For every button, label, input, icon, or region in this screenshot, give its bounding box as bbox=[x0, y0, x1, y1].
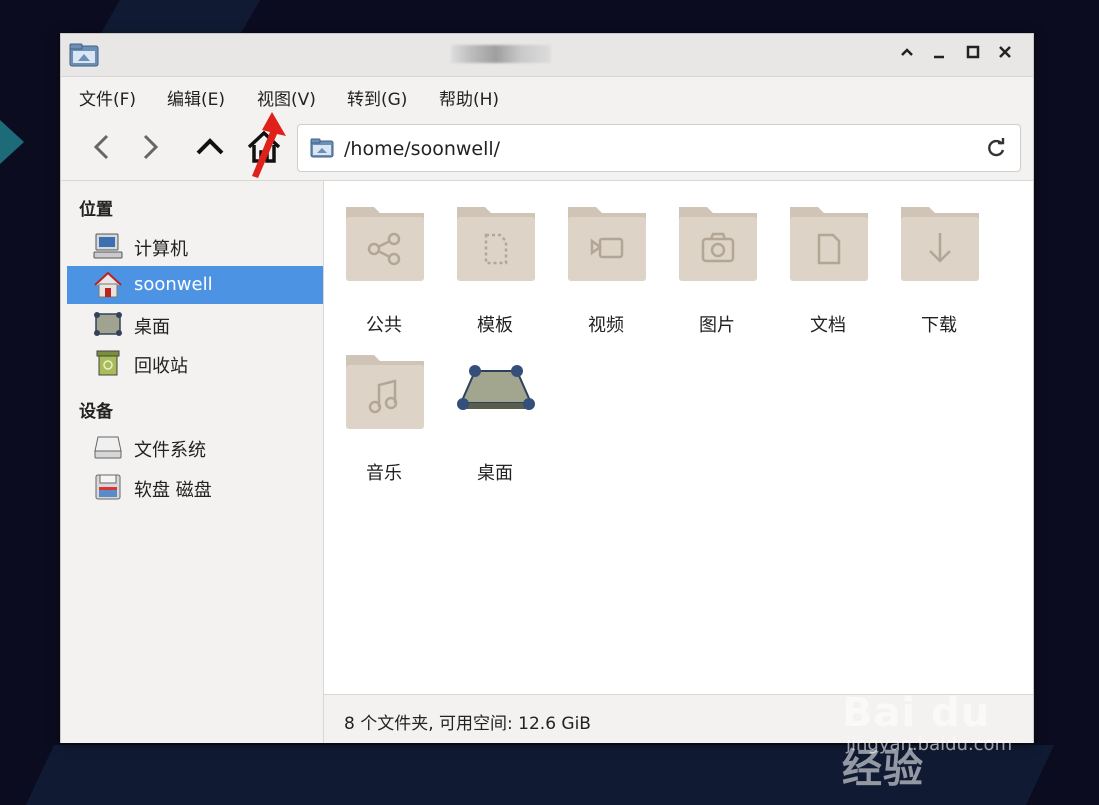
folder-item-pictures[interactable]: 图片 bbox=[667, 193, 767, 336]
minimize-icon bbox=[934, 55, 944, 59]
folder-music-icon bbox=[346, 355, 424, 429]
annotation-arrow-icon bbox=[252, 112, 286, 178]
file-manager-window: 文件(F) 编辑(E) 视图(V) 转到(G) 帮助(H) /home/soon… bbox=[60, 33, 1034, 743]
close-button[interactable] bbox=[993, 44, 1017, 66]
parent-folder-button[interactable] bbox=[191, 128, 229, 166]
status-text: 8 个文件夹, 可用空间: 12.6 GiB bbox=[344, 714, 591, 734]
sidebar-item-floppy[interactable]: 软盘 磁盘 bbox=[67, 468, 323, 506]
sidebar-item-desktop[interactable]: 桌面 bbox=[67, 305, 323, 343]
titlebar bbox=[61, 34, 1033, 77]
menu-go[interactable]: 转到(G) bbox=[347, 85, 407, 110]
chevron-up-icon bbox=[196, 138, 224, 155]
folder-item-desktop[interactable]: 桌面 bbox=[445, 341, 545, 484]
toolbar bbox=[61, 114, 1033, 181]
minimize-button[interactable] bbox=[927, 44, 951, 66]
back-button[interactable] bbox=[83, 128, 121, 166]
maximize-button[interactable] bbox=[895, 44, 919, 66]
file-label: 模板 bbox=[477, 315, 513, 336]
drive-icon bbox=[94, 436, 122, 459]
folder-videos-icon bbox=[568, 207, 646, 281]
folder-documents-icon bbox=[790, 207, 868, 281]
file-label: 下载 bbox=[921, 315, 957, 336]
sidebar-item-label: soonwell bbox=[134, 274, 213, 295]
folder-download-icon bbox=[901, 207, 979, 281]
sidebar-item-label: 计算机 bbox=[134, 239, 188, 260]
file-manager-app-icon bbox=[69, 43, 99, 67]
folder-item-public[interactable]: 公共 bbox=[334, 193, 434, 336]
close-icon bbox=[999, 46, 1011, 58]
desktop-icon bbox=[94, 312, 122, 336]
watermark-url: jingyan.baidu.com bbox=[846, 734, 1013, 755]
window-restore-icon bbox=[966, 45, 980, 59]
home-folder-icon bbox=[310, 138, 334, 158]
sidebar: 位置 计算机 soonwell 桌面 回收站 设备 文件系统 软盘 磁盘 bbox=[61, 181, 324, 743]
sidebar-item-label: 软盘 磁盘 bbox=[134, 480, 212, 501]
file-label: 视频 bbox=[588, 315, 624, 336]
menu-view[interactable]: 视图(V) bbox=[257, 85, 316, 110]
restore-button[interactable] bbox=[961, 44, 985, 66]
sidebar-item-computer[interactable]: 计算机 bbox=[67, 227, 323, 265]
forward-button[interactable] bbox=[131, 128, 169, 166]
window-title bbox=[441, 46, 641, 64]
chevron-left-icon bbox=[93, 134, 109, 160]
desktop-icon bbox=[457, 365, 535, 410]
folder-templates-icon bbox=[457, 207, 535, 281]
refresh-icon bbox=[988, 138, 1005, 157]
home-folder-icon bbox=[94, 271, 122, 298]
floppy-icon bbox=[95, 474, 121, 500]
folder-item-videos[interactable]: 视频 bbox=[556, 193, 656, 336]
folder-pictures-icon bbox=[679, 207, 757, 281]
folder-public-icon bbox=[346, 207, 424, 281]
file-label: 音乐 bbox=[366, 463, 402, 484]
chevron-right-icon bbox=[143, 134, 159, 160]
folder-item-documents[interactable]: 文档 bbox=[778, 193, 878, 336]
folder-item-templates[interactable]: 模板 bbox=[445, 193, 545, 336]
file-label: 文档 bbox=[810, 315, 846, 336]
sidebar-item-label: 文件系统 bbox=[134, 440, 206, 461]
sidebar-item-trash[interactable]: 回收站 bbox=[67, 344, 323, 382]
file-label: 图片 bbox=[699, 315, 735, 336]
folder-item-music[interactable]: 音乐 bbox=[334, 341, 434, 484]
menu-help[interactable]: 帮助(H) bbox=[439, 85, 499, 110]
file-label: 公共 bbox=[366, 315, 402, 336]
computer-icon bbox=[93, 233, 123, 259]
location-bar[interactable] bbox=[297, 124, 1021, 172]
sidebar-item-label: 回收站 bbox=[134, 356, 188, 377]
trash-icon bbox=[96, 350, 120, 376]
sidebar-heading-devices: 设备 bbox=[79, 402, 113, 422]
chevron-up-icon bbox=[901, 48, 913, 56]
sidebar-item-home[interactable]: soonwell bbox=[67, 266, 323, 304]
reload-button[interactable] bbox=[984, 136, 1008, 160]
menu-file[interactable]: 文件(F) bbox=[79, 85, 136, 110]
menu-edit[interactable]: 编辑(E) bbox=[167, 85, 225, 110]
folder-item-download[interactable]: 下载 bbox=[889, 193, 989, 336]
file-label: 桌面 bbox=[477, 463, 513, 484]
menu-bar: 文件(F) 编辑(E) 视图(V) 转到(G) 帮助(H) bbox=[61, 77, 1033, 113]
background-triangle bbox=[0, 120, 24, 164]
location-input[interactable] bbox=[342, 134, 946, 164]
sidebar-item-label: 桌面 bbox=[134, 317, 170, 338]
sidebar-item-filesystem[interactable]: 文件系统 bbox=[67, 428, 323, 466]
sidebar-heading-places: 位置 bbox=[79, 200, 113, 220]
file-view: 公共 模板 视频 图片 文档 下载 音乐 桌面 bbox=[324, 181, 1033, 694]
baidu-watermark: Bai du 经验 jingyan.baidu.com bbox=[842, 660, 1042, 792]
